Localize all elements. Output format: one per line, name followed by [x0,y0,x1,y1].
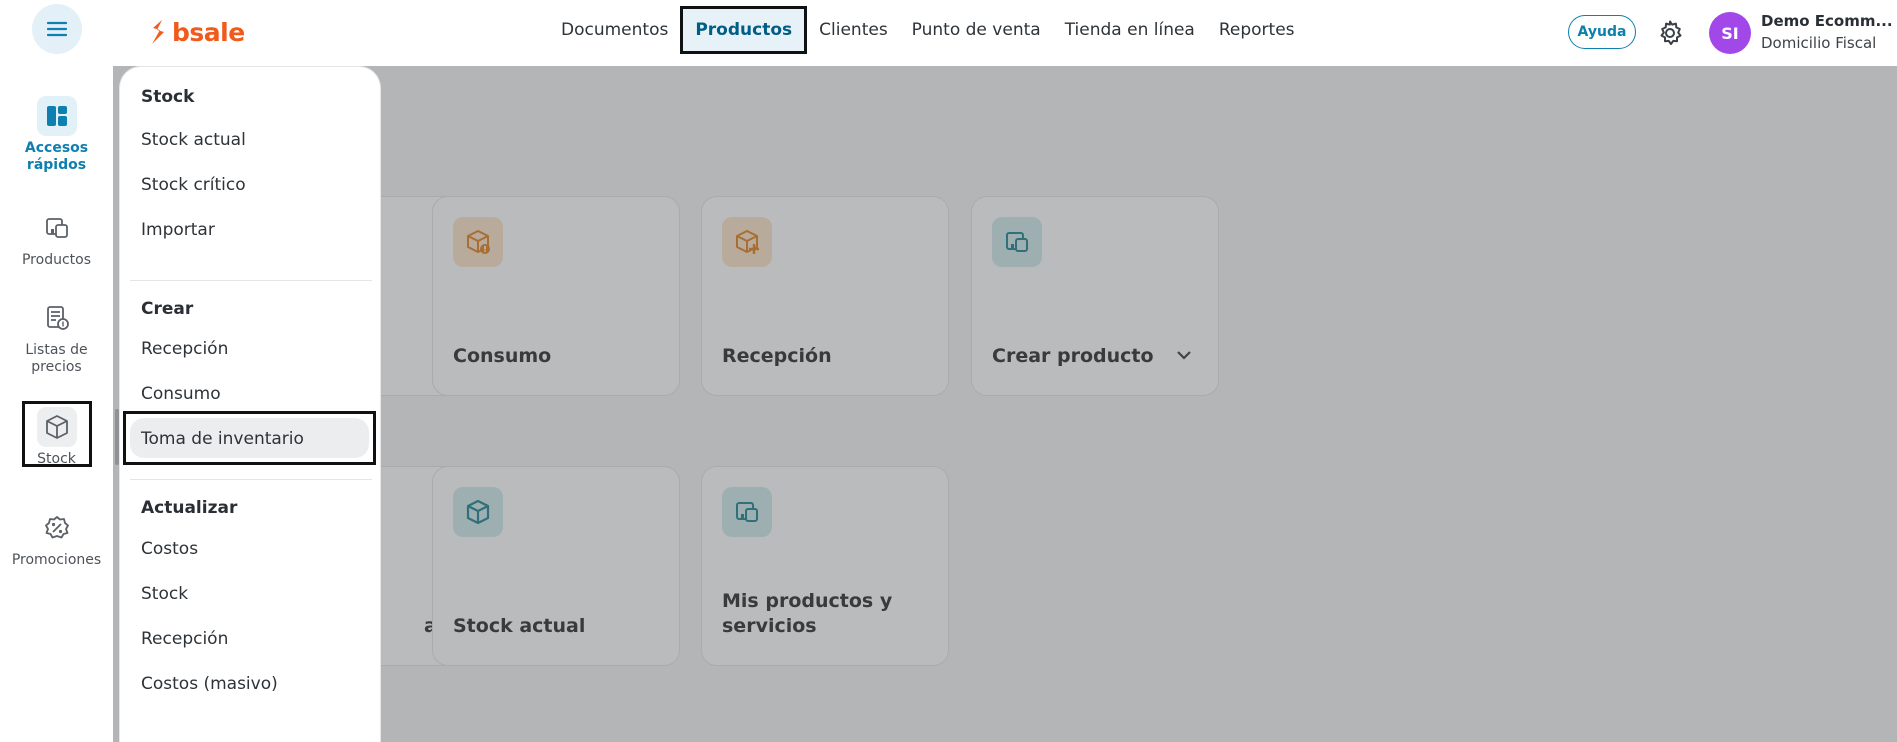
price-list-icon [37,298,77,338]
sidebar-item-label: Listas de [25,342,88,358]
brand-logo[interactable]: bsale [148,15,245,49]
menu-item-importar[interactable]: Importar [141,220,215,240]
stock-dropdown-menu: Stock Stock actual Stock crítico Importa… [115,66,381,742]
promo-icon [37,508,77,548]
hamburger-icon [46,21,68,37]
brand-name: bsale [172,17,245,47]
nav-punto-de-venta[interactable]: Punto de venta [900,6,1053,54]
menu-item-stock-critico[interactable]: Stock crítico [141,175,246,195]
help-button[interactable]: Ayuda [1568,15,1636,49]
sidebar-item-label: rápidos [26,157,87,173]
menu-item-costos[interactable]: Costos [141,539,198,559]
avatar[interactable]: SI [1709,12,1751,54]
nav-tienda-en-linea[interactable]: Tienda en línea [1053,6,1207,54]
sidebar-item-listas-de-precios[interactable]: Listas de precios [0,298,113,376]
sidebar-item-label: Promociones [11,552,102,568]
products-icon [37,208,77,248]
menu-section-stock: Stock [141,87,195,107]
menu-divider [130,479,372,480]
sidebar-item-promociones[interactable]: Promociones [0,508,113,569]
company-name: Demo Ecomm... [1761,12,1893,30]
sidebar-item-productos[interactable]: Productos [0,208,113,269]
company-selector[interactable]: Demo Ecomm... Domicilio Fiscal [1761,12,1897,52]
nav-productos[interactable]: Productos [680,6,808,54]
menu-item-consumo[interactable]: Consumo [141,384,221,404]
bsale-logo-icon [152,20,164,44]
sidebar-item-label: Accesos [24,140,89,156]
sidebar-item-label: Productos [21,252,91,268]
top-navigation: Documentos Productos Clientes Punto de v… [549,6,1307,54]
sidebar: Accesos rápidos Productos Listas de prec… [0,66,113,742]
top-header: bsale Documentos Productos Clientes Punt… [0,0,1897,66]
gear-icon [1660,20,1682,45]
nav-documentos[interactable]: Documentos [549,6,680,54]
company-subtitle: Domicilio Fiscal [1761,34,1877,52]
settings-button[interactable] [1654,17,1686,49]
sidebar-item-label: precios [31,359,82,375]
menu-section-actualizar: Actualizar [141,498,238,518]
nav-reportes[interactable]: Reportes [1207,6,1307,54]
dashboard-icon [36,96,77,136]
menu-item-stock-actual[interactable]: Stock actual [141,130,246,150]
nav-clientes[interactable]: Clientes [807,6,900,54]
menu-item-recepcion-actualizar[interactable]: Recepción [141,629,228,649]
menu-button[interactable] [32,4,82,54]
sidebar-highlight-box [22,401,92,467]
menu-section-crear: Crear [141,299,194,319]
menu-item-stock[interactable]: Stock [141,584,188,604]
menu-item-label: Toma de inventario [141,429,304,449]
sidebar-item-accesos-rapidos[interactable]: Accesos rápidos [0,96,113,174]
scrollbar[interactable] [115,409,119,465]
menu-item-recepcion[interactable]: Recepción [141,339,228,359]
menu-item-costos-masivo[interactable]: Costos (masivo) [141,674,278,694]
menu-divider [130,280,372,281]
